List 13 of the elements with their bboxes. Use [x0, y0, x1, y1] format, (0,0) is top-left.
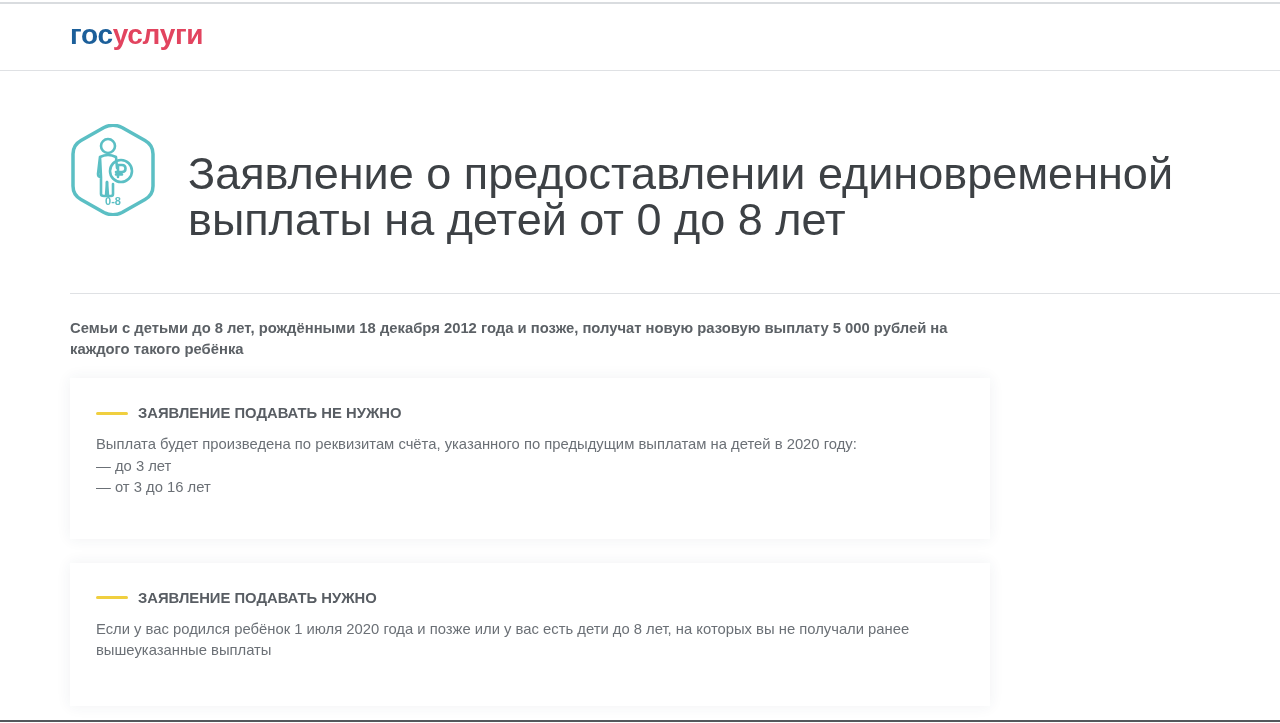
site-logo[interactable]: госуслуги: [70, 21, 204, 53]
card-title: ЗАЯВЛЕНИЕ ПОДАВАТЬ НУЖНО: [138, 588, 377, 607]
child-coin-icon: [70, 124, 156, 216]
card-text: — от 3 до 16 лет: [96, 478, 212, 497]
accent-line-icon: [96, 596, 128, 599]
card-text: Выплата будет произведена по реквизитам счёта, указанного по предыдущим выплатам на детей в 2020 году:: [96, 435, 858, 454]
card-text: — до 3 лет: [96, 456, 173, 476]
intro-text: Семьи с детьми до 8 лет, рождёнными 18 декабря 2012 года и позже, получат новую разовую выплату 5 000 рублей на каждого такого ребёнка: [70, 319, 949, 359]
card-text: Если у вас родился ребёнок 1 июля 2020 года и позже или у вас есть дети до 8 лет, на которых вы не получали ранее вышеуказанные выплаты: [96, 619, 911, 660]
age-range-label: 0-8: [104, 196, 122, 207]
card-title: ЗАЯВЛЕНИЕ ПОДАВАТЬ НЕ НУЖНО: [138, 404, 402, 422]
accent-line-icon: [96, 411, 128, 415]
service-title: Заявление о предоставлении единовременной выплаты на детей от 0 до 8 лет: [188, 151, 1174, 243]
